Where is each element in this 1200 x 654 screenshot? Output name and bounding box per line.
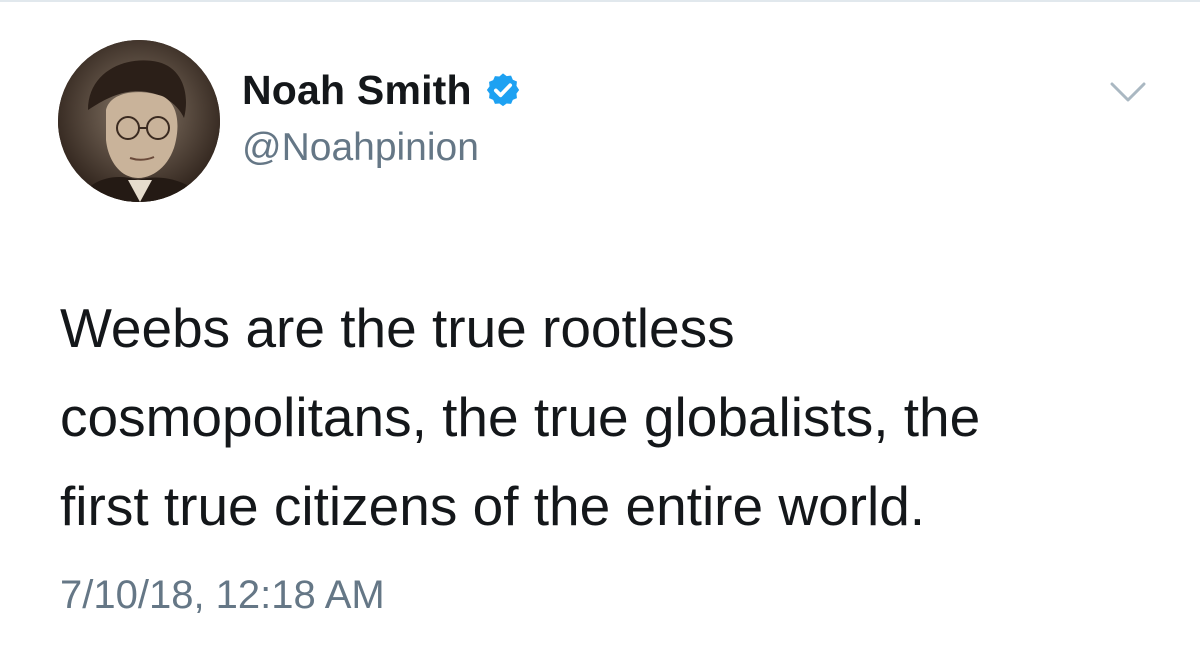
avatar-photo — [58, 40, 220, 202]
tweet-text: Weebs are the true rootless cosmopolitan… — [60, 284, 1160, 551]
author-block: Noah Smith @Noahpinion — [242, 62, 522, 170]
tweet-text-line: first true citizens of the entire world. — [60, 475, 926, 537]
verified-badge-icon — [484, 71, 522, 109]
chevron-down-icon[interactable] — [1108, 78, 1148, 106]
tweet: Noah Smith @Noahpinion Weebs are the tru… — [0, 0, 1200, 654]
author-display-name[interactable]: Noah Smith — [242, 67, 472, 114]
avatar[interactable] — [58, 40, 220, 202]
name-row: Noah Smith — [242, 62, 522, 118]
author-handle[interactable]: @Noahpinion — [242, 126, 522, 170]
tweet-timestamp[interactable]: 7/10/18, 12:18 AM — [60, 573, 385, 618]
tweet-text-line: Weebs are the true rootless — [60, 297, 735, 359]
tweet-text-line: cosmopolitans, the true globalists, the — [60, 386, 981, 448]
